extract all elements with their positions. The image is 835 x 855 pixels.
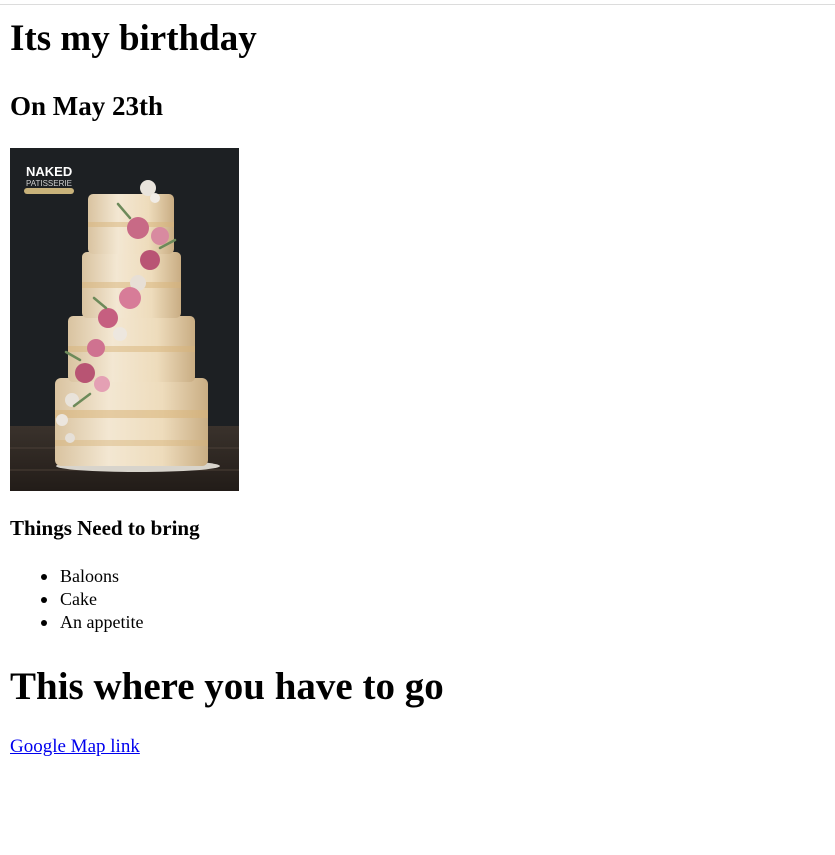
list-item-label: Baloons — [60, 566, 120, 586]
top-border-line — [0, 4, 835, 5]
date-subtitle: On May 23th — [10, 91, 164, 121]
bullet-icon — [41, 597, 47, 603]
list-item-label: Cake — [60, 589, 97, 609]
things-to-bring-heading: Things Need to bring — [10, 516, 200, 540]
list-item-label: An appetite — [60, 612, 144, 632]
bullet-icon — [41, 620, 47, 626]
list-item: An appetite — [41, 611, 144, 634]
brand-text: NAKED — [26, 164, 72, 179]
bullet-icon — [41, 574, 47, 580]
list-item: Cake — [41, 588, 143, 611]
directions-heading: This where you have to go — [10, 665, 444, 708]
brand-subtext: PATISSERIE — [26, 179, 72, 188]
list-item: Baloons — [41, 565, 143, 588]
things-to-bring-list: Baloons Cake An appetite — [10, 565, 143, 634]
google-map-link[interactable]: Google Map link — [10, 735, 140, 759]
cake-image: NAKED PATISSERIE — [10, 148, 239, 491]
page-title: Its my birthday — [10, 18, 257, 59]
